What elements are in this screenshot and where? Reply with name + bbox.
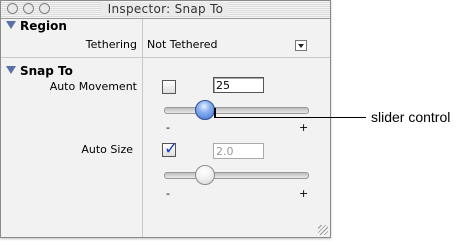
auto-size-label: Auto Size [81, 143, 133, 156]
inspector-window: Inspector: Snap To Region Tethering Not … [0, 0, 331, 238]
region-section-header[interactable]: Region [1, 19, 330, 34]
auto-movement-field[interactable]: 25 [213, 77, 264, 93]
tethering-dropdown-button[interactable] [295, 40, 307, 51]
tethering-label: Tethering [85, 38, 137, 51]
snap-to-section-title: Snap To [20, 64, 73, 78]
auto-movement-slider-track[interactable] [164, 107, 309, 114]
slider-min-label: - [166, 121, 170, 134]
tethering-value[interactable]: Not Tethered [147, 38, 217, 51]
snap-to-section-header[interactable]: Snap To [1, 64, 330, 79]
resize-grip-icon[interactable] [318, 225, 328, 235]
auto-size-slider-thumb[interactable] [195, 165, 215, 185]
auto-size-field[interactable]: 2.0 [213, 143, 264, 159]
auto-movement-slider-thumb[interactable] [195, 100, 215, 120]
auto-movement-label: Auto Movement [49, 80, 137, 93]
divider [1, 57, 330, 58]
label-column [1, 19, 143, 237]
slider-min-label: - [166, 187, 170, 200]
inspector-content: Region Tethering Not Tethered Snap To Au… [1, 19, 330, 237]
auto-movement-checkbox[interactable] [162, 80, 176, 94]
title-bar[interactable]: Inspector: Snap To [1, 1, 330, 19]
slider-max-label: + [299, 121, 309, 134]
auto-size-checkbox[interactable]: ✓ [162, 139, 178, 159]
region-section-title: Region [20, 19, 67, 33]
callout-leader-line [214, 117, 366, 118]
slider-max-label: + [299, 187, 309, 200]
window-title: Inspector: Snap To [1, 2, 330, 16]
checkmark-icon: ✓ [164, 139, 179, 159]
disclosure-triangle-icon[interactable] [6, 21, 16, 29]
auto-size-slider-track[interactable] [164, 172, 309, 179]
slider-control-callout: slider control [371, 109, 451, 125]
disclosure-triangle-icon[interactable] [6, 66, 16, 74]
